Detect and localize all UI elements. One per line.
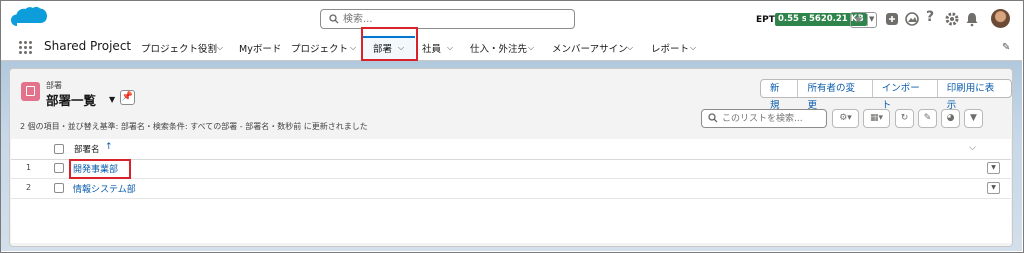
edit-nav-icon[interactable]: ✎ <box>1002 42 1010 53</box>
record-link[interactable]: 情報システム部 <box>73 182 136 195</box>
pin-button[interactable]: 📌 <box>120 90 135 105</box>
row-checkbox[interactable] <box>54 183 64 193</box>
list-view-title[interactable]: 部署一覧 <box>46 90 96 109</box>
chevron-down-icon: ▼ <box>869 15 875 23</box>
tab-project-role[interactable]: プロジェクト役割 <box>141 41 217 55</box>
list-settings-button[interactable]: ⚙▾ <box>832 109 859 128</box>
select-all-checkbox[interactable] <box>54 144 64 154</box>
star-icon: ★ <box>853 12 864 26</box>
action-button-group: 新規 所有者の変更 インポート 印刷用に表示 <box>760 79 1012 111</box>
department-object-icon <box>21 82 40 101</box>
refresh-button[interactable]: ↻ <box>895 109 914 128</box>
tab-employee[interactable]: 社員 <box>422 41 441 55</box>
change-owner-button[interactable]: 所有者の変更 <box>797 80 871 111</box>
ept-badge: 0.55 s <box>775 13 810 26</box>
avatar[interactable] <box>991 9 1010 28</box>
chevron-down-icon[interactable]: ⌵ <box>350 43 356 53</box>
row-actions-button[interactable]: ▼ <box>987 162 1000 174</box>
help-icon[interactable]: ? <box>926 9 942 25</box>
gear-icon: ⚙▾ <box>839 113 852 123</box>
tab-project[interactable]: プロジェクト <box>291 41 348 55</box>
sort-ascending-icon[interactable]: ↑ <box>105 142 113 152</box>
tab-my-board[interactable]: Myボード <box>239 41 281 55</box>
salesforce-logo[interactable] <box>10 6 50 32</box>
trailhead-icon[interactable] <box>904 11 920 27</box>
row-number: 1 <box>26 163 32 172</box>
table-header: 部署名 ↑ ⌵ <box>11 139 1011 160</box>
highlight-box-tab <box>361 27 418 61</box>
list-table: 部署名 ↑ ⌵ 1 開発事業部 ▼ 2 情報システム部 ▼ <box>11 139 1011 243</box>
import-button[interactable]: インポート <box>871 80 937 111</box>
gear-icon[interactable] <box>944 11 960 27</box>
list-view-card: 部署 部署一覧 ▼ 📌 新規 所有者の変更 インポート 印刷用に表示 2 個の項… <box>9 68 1013 247</box>
global-search[interactable] <box>320 9 575 29</box>
display-as-button[interactable]: ▦▾ <box>863 109 890 128</box>
row-actions-button[interactable]: ▼ <box>987 182 1000 194</box>
new-button[interactable]: 新規 <box>761 80 797 111</box>
add-icon[interactable] <box>884 11 900 27</box>
chevron-down-icon[interactable]: ⌵ <box>447 43 453 53</box>
global-header: EPT: 0.55 s 5620.21 KB ★▼ ? <box>1 1 1022 35</box>
tab-member-assign[interactable]: メンバーアサイン <box>552 41 628 55</box>
column-header-name[interactable]: 部署名 <box>74 143 100 155</box>
tab-suppliers[interactable]: 仕入・外注先 <box>470 41 527 55</box>
charts-button[interactable]: ◕ <box>941 109 960 128</box>
search-icon <box>708 113 718 123</box>
bell-icon[interactable] <box>964 11 980 27</box>
list-search-input[interactable] <box>722 112 822 125</box>
filter-button[interactable]: ▼ <box>964 109 983 128</box>
table-row: 2 情報システム部 ▼ <box>11 179 1011 199</box>
app-launcher-icon[interactable] <box>19 41 33 55</box>
chevron-down-icon[interactable]: ⌵ <box>217 43 223 53</box>
highlight-box-record <box>69 159 131 179</box>
list-info-text: 2 個の項目・並び替え基準: 部署名・検索条件: すべての部署 - 部署名・数秒… <box>20 122 368 131</box>
pie-chart-icon: ◕ <box>946 113 955 123</box>
refresh-icon: ↻ <box>900 113 909 123</box>
printable-view-button[interactable]: 印刷用に表示 <box>936 80 1011 111</box>
nav-bar: Shared Project プロジェクト役割 ⌵ Myボード プロジェクト ⌵… <box>1 35 1022 61</box>
chevron-down-icon: ▼ <box>991 184 996 191</box>
edit-list-button[interactable]: ✎ <box>918 109 937 128</box>
list-search[interactable] <box>701 109 827 128</box>
chevron-down-icon[interactable]: ⌵ <box>690 43 696 53</box>
chevron-down-icon[interactable]: ⌵ <box>627 43 633 53</box>
pin-icon: 📌 <box>121 92 134 102</box>
list-view-picker-icon[interactable]: ▼ <box>109 95 115 104</box>
global-search-input[interactable] <box>343 12 563 26</box>
row-checkbox[interactable] <box>54 163 64 173</box>
row-number: 2 <box>26 183 32 192</box>
search-icon <box>329 14 339 24</box>
favorites-button[interactable]: ★ ▼ <box>850 12 877 28</box>
chevron-down-icon[interactable]: ⌵ <box>969 143 976 153</box>
chevron-down-icon: ▼ <box>991 164 996 171</box>
filter-icon: ▼ <box>970 113 977 123</box>
pencil-icon: ✎ <box>923 113 932 123</box>
app-name: Shared Project <box>44 39 132 53</box>
table-row: 1 開発事業部 ▼ <box>11 159 1011 179</box>
table-icon: ▦▾ <box>869 113 884 123</box>
tab-report[interactable]: レポート <box>651 41 689 55</box>
chevron-down-icon[interactable]: ⌵ <box>528 43 534 53</box>
